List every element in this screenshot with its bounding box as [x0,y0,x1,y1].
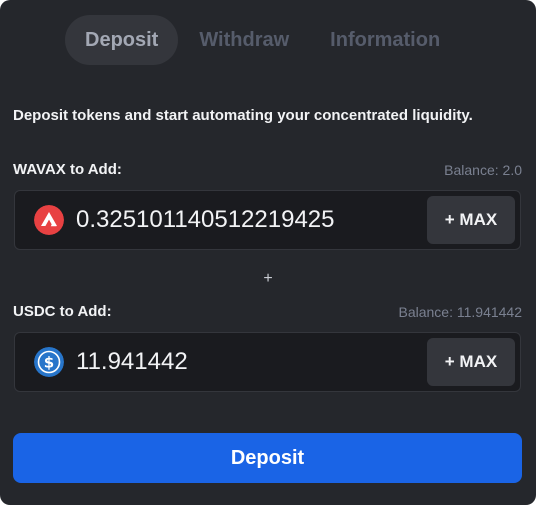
wavax-amount-input[interactable] [76,191,421,249]
deposit-panel: Deposit Withdraw Information Deposit tok… [0,0,536,505]
wavax-balance: Balance: 2.0 [444,162,522,178]
usdc-balance: Balance: 11.941442 [398,304,522,320]
svg-text:$: $ [44,354,54,372]
deposit-button[interactable]: Deposit [13,433,522,483]
wavax-max-button[interactable]: + MAX [427,196,515,244]
usdc-label: USDC to Add: [13,303,112,320]
tab-deposit[interactable]: Deposit [65,15,179,65]
tab-information[interactable]: Information [310,15,460,65]
usdc-input-box: $ + MAX [14,332,521,392]
usdc-amount-input[interactable] [76,333,421,391]
tab-bar: Deposit Withdraw Information [65,15,460,65]
avalanche-icon [34,205,64,235]
usdc-max-button[interactable]: + MAX [427,338,515,386]
plus-separator: + [263,270,273,287]
usdc-icon: $ [34,347,64,377]
wavax-input-box: + MAX [14,190,521,250]
tab-withdraw[interactable]: Withdraw [179,15,309,65]
deposit-description: Deposit tokens and start automating your… [13,107,473,124]
wavax-label: WAVAX to Add: [13,161,122,178]
